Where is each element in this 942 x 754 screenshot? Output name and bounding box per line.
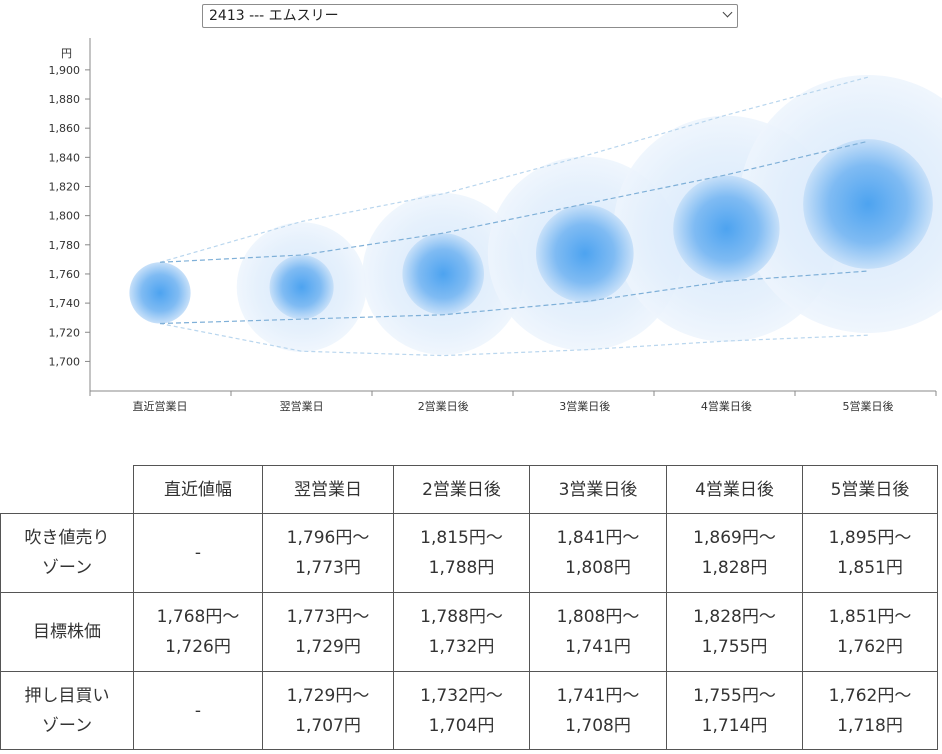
cell-value: 1,741円 xyxy=(565,637,631,657)
cell-value: 1,796円〜 xyxy=(286,528,370,548)
target-circle xyxy=(129,262,191,324)
row-header-line: 押し目買い xyxy=(24,685,110,706)
y-tick-label: 1,760 xyxy=(49,268,81,281)
y-tick-label: 1,780 xyxy=(49,239,81,252)
cell-value: 1,815円〜 xyxy=(420,528,503,548)
cell-value: 1,828円〜 xyxy=(693,607,776,627)
table-cell: 1,808円〜 1,741円 xyxy=(529,592,667,672)
cell-value: 1,768円〜 xyxy=(156,607,240,627)
cell-value: 1,773円 xyxy=(295,558,361,578)
chevron-down-icon xyxy=(722,7,733,18)
table-cell: 1,828円〜 1,755円 xyxy=(666,592,803,672)
cell-value: 1,726円 xyxy=(165,637,231,657)
table-cell: 1,815円〜 1,788円 xyxy=(393,513,530,593)
table-cell: 1,755円〜 1,714円 xyxy=(666,671,803,750)
x-tick-label: 2営業日後 xyxy=(418,399,469,413)
cell-value: - xyxy=(194,700,202,721)
x-tick-label: 翌営業日 xyxy=(280,399,324,413)
y-axis-unit-label: 円 xyxy=(61,47,72,60)
y-tick-label: 1,740 xyxy=(49,297,81,310)
y-tick-label: 1,820 xyxy=(49,180,81,193)
table-cell: 1,762円〜 1,718円 xyxy=(802,671,938,750)
cell-value: 1,762円〜 xyxy=(828,685,912,706)
cell-value: 1,788円〜 xyxy=(420,607,503,627)
row-header-line: 吹き値売り xyxy=(24,528,110,548)
table-header: 翌営業日 xyxy=(262,465,394,514)
cell-value: 1,741円〜 xyxy=(556,685,640,706)
table-header: 直近値幅 xyxy=(133,465,263,514)
cell-value: 1,773円〜 xyxy=(286,607,370,627)
y-tick-label: 1,880 xyxy=(49,93,81,106)
y-tick-label: 1,700 xyxy=(49,355,81,368)
table-cell: 1,773円〜 1,729円 xyxy=(262,592,394,672)
table-cell: 1,895円〜 1,851円 xyxy=(802,513,938,593)
cell-value: 1,755円〜 xyxy=(693,685,776,706)
table-cell: - xyxy=(133,513,263,593)
table-corner xyxy=(0,465,134,514)
cell-value: 1,704円 xyxy=(428,715,495,736)
cell-value: 1,895円〜 xyxy=(828,528,912,548)
cell-value: 1,841円〜 xyxy=(556,528,640,548)
y-tick-label: 1,800 xyxy=(49,210,81,223)
row-header: 押し目買い ゾーン xyxy=(0,671,134,750)
table-cell: 1,729円〜 1,707円 xyxy=(262,671,394,750)
table-cell: 1,741円〜 1,708円 xyxy=(529,671,667,750)
target-circle xyxy=(673,175,780,282)
cell-value: 1,851円 xyxy=(837,558,903,578)
row-header-line: ゾーン xyxy=(41,715,93,736)
cell-value: 1,714円 xyxy=(701,715,768,736)
target-circle xyxy=(269,255,334,320)
y-tick-label: 1,840 xyxy=(49,151,81,164)
table-cell: 1,768円〜 1,726円 xyxy=(133,592,263,672)
cell-value: 1,707円 xyxy=(295,715,361,736)
cell-value: 1,732円〜 xyxy=(420,685,503,706)
cell-value: 1,828円 xyxy=(701,558,768,578)
cell-value: - xyxy=(194,543,202,563)
row-header: 吹き値売り ゾーン xyxy=(0,513,134,593)
y-tick-label: 1,860 xyxy=(49,122,81,135)
x-tick-label: 5営業日後 xyxy=(843,399,894,413)
y-tick-label: 1,900 xyxy=(49,64,81,77)
table-cell: 1,869円〜 1,828円 xyxy=(666,513,803,593)
cell-value: 1,808円〜 xyxy=(556,607,640,627)
table-row: 目標株価 1,768円〜 1,726円 1,773円〜 1,729円 1,788円〜 1,7… xyxy=(0,592,938,672)
row-header-line: 目標株価 xyxy=(33,622,101,642)
table-cell: - xyxy=(133,671,263,750)
table-cell: 1,788円〜 1,732円 xyxy=(393,592,530,672)
x-tick-label: 3営業日後 xyxy=(559,399,610,413)
y-tick-label: 1,720 xyxy=(49,326,81,339)
cell-value: 1,718円 xyxy=(837,715,903,736)
table-header: 3営業日後 xyxy=(529,465,667,514)
table-cell: 1,851円〜 1,762円 xyxy=(802,592,938,672)
row-header-line: ゾーン xyxy=(41,558,93,578)
cell-value: 1,788円 xyxy=(428,558,495,578)
x-tick-label: 直近営業日 xyxy=(133,399,188,413)
cell-value: 1,729円 xyxy=(295,637,361,657)
cell-value: 1,729円〜 xyxy=(286,685,370,706)
table-header: 5営業日後 xyxy=(802,465,938,514)
row-header: 目標株価 xyxy=(0,592,134,672)
target-circle xyxy=(402,233,485,315)
x-tick-label: 4営業日後 xyxy=(701,399,752,413)
table-header: 2営業日後 xyxy=(393,465,530,514)
forecast-chart: 円 1,700 1,720 1,740 1,760 1,780 1,800 1,820 1,84… xyxy=(49,38,942,413)
cell-value: 1,732円 xyxy=(428,637,495,657)
table-header: 4営業日後 xyxy=(666,465,803,514)
forecast-table: 直近値幅 翌営業日 2営業日後 3営業日後 4営業日後 5営業日後 吹き値売りゾ… xyxy=(0,465,938,750)
table-cell: 1,732円〜 1,704円 xyxy=(393,671,530,750)
target-circle xyxy=(535,204,634,303)
cell-value: 1,755円 xyxy=(701,637,768,657)
target-circle xyxy=(803,139,933,269)
cell-value: 1,869円〜 xyxy=(693,528,776,548)
table-cell: 1,796円〜 1,773円 xyxy=(262,513,394,593)
table-row: 吹き値売りゾーン - 1,796円〜 1,773円 1,815円〜 1,788円 1,841… xyxy=(0,513,938,593)
table-cell: 1,841円〜 1,808円 xyxy=(529,513,667,593)
stock-select-value: 2413 --- エムスリー xyxy=(209,8,339,24)
cell-value: 1,762円 xyxy=(837,637,903,657)
cell-value: 1,851円〜 xyxy=(828,607,912,627)
table-row: 押し目買いゾーン - 1,729円〜 1,707円 1,732円〜 1,704円 1,741… xyxy=(0,671,938,750)
cell-value: 1,808円 xyxy=(565,558,631,578)
cell-value: 1,708円 xyxy=(565,715,631,736)
stock-select[interactable]: 2413 --- エムスリー xyxy=(202,4,738,28)
